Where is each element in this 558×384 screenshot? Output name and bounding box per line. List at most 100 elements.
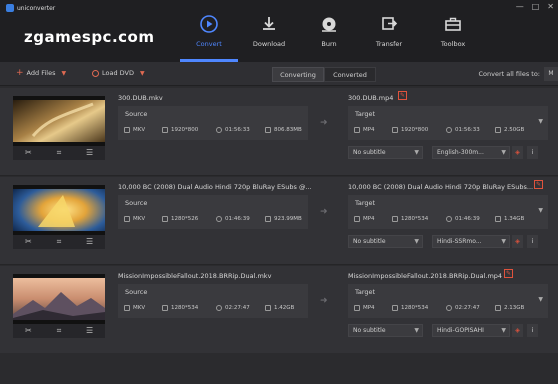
- source-resolution: 1280*534: [162, 305, 198, 311]
- chevron-down-icon[interactable]: ▼: [538, 118, 543, 125]
- tab-toolbox[interactable]: Toolbox: [423, 14, 483, 48]
- edit-icon[interactable]: ✎: [504, 269, 513, 278]
- duration-value: 01:56:33: [225, 127, 250, 133]
- tab-transfer[interactable]: Transfer: [359, 14, 419, 48]
- info-icon[interactable]: i: [527, 235, 538, 248]
- crop-icon[interactable]: ⌗: [54, 148, 64, 158]
- convert-all-label: Convert all files to:: [478, 70, 541, 78]
- subtitle-select[interactable]: No subtitle ▼: [348, 146, 423, 159]
- source-filename: 10,000 BC (2008) Dual Audio Hindi 720p B…: [118, 183, 312, 191]
- film-icon: [124, 216, 130, 222]
- app-title: uniconverter: [6, 4, 55, 12]
- file-row: ✂ ⌗ ☰ 10,000 BC (2008) Dual Audio Hindi …: [0, 177, 558, 265]
- chevron-down-icon[interactable]: ▼: [538, 296, 543, 303]
- effects-icon[interactable]: ☰: [85, 326, 95, 336]
- close-button[interactable]: ✕: [547, 2, 554, 11]
- source-size: 1.42GB: [265, 305, 294, 311]
- video-thumbnail[interactable]: [13, 274, 105, 324]
- resolution-icon: [392, 216, 398, 222]
- resolution-icon: [162, 216, 168, 222]
- transfer-icon: [382, 17, 398, 30]
- target-info-card[interactable]: Target MP4 1920*800 01:56:33 2.50GB ▼: [348, 106, 548, 140]
- target-size: 2.50GB: [495, 127, 524, 133]
- file-icon: [265, 216, 271, 222]
- merge-icon[interactable]: ◈: [512, 146, 523, 159]
- download-icon: [263, 17, 275, 30]
- chevron-down-icon: ▼: [414, 149, 419, 156]
- size-value: 1.42GB: [274, 305, 295, 311]
- file-icon: [265, 305, 271, 311]
- target-filename: MissionImpossibleFallout.2018.BRRip.Dual…: [348, 272, 503, 280]
- audio-track-select[interactable]: Hindi-GOPISAHI ▼: [432, 324, 510, 337]
- target-format: MP4: [354, 216, 375, 222]
- chevron-down-icon: ▼: [414, 238, 419, 245]
- target-label: Target: [355, 199, 376, 207]
- thumbnail-image-mission-impossible: [13, 274, 105, 324]
- source-label: Source: [125, 288, 148, 296]
- source-format: MKV: [124, 305, 145, 311]
- subtitle-select[interactable]: No subtitle ▼: [348, 324, 423, 337]
- tab-download[interactable]: Download: [239, 14, 299, 48]
- thumbnail-tools: ✂ ⌗ ☰: [13, 235, 105, 249]
- scissors-icon[interactable]: ✂: [23, 237, 33, 247]
- chevron-down-icon[interactable]: ▼: [140, 70, 145, 77]
- tab-transfer-label: Transfer: [375, 40, 403, 48]
- toolbox-icon: [445, 17, 461, 31]
- tab-toolbox-label: Toolbox: [440, 40, 466, 48]
- target-size: 1.34GB: [495, 216, 524, 222]
- scissors-icon[interactable]: ✂: [23, 148, 33, 158]
- minimize-button[interactable]: —: [516, 2, 524, 11]
- info-icon[interactable]: i: [527, 146, 538, 159]
- chevron-down-icon[interactable]: ▼: [61, 70, 66, 77]
- clock-icon: [216, 305, 222, 311]
- audio-track-select[interactable]: English-300m... ▼: [432, 146, 510, 159]
- source-size: 806.83MB: [265, 127, 302, 133]
- subtitle-value: No subtitle: [353, 327, 386, 334]
- maximize-button[interactable]: □: [532, 2, 540, 11]
- size-value: 1.34GB: [504, 216, 525, 222]
- duration-value: 01:46:39: [455, 216, 480, 222]
- dvd-icon: [92, 69, 99, 77]
- duration-value: 01:56:33: [455, 127, 480, 133]
- chevron-down-icon[interactable]: ▼: [538, 207, 543, 214]
- file-row: ✂ ⌗ ☰ 300.DUB.mkv Source MKV 1920*800 01…: [0, 88, 558, 176]
- clock-icon: [216, 127, 222, 133]
- crop-icon[interactable]: ⌗: [54, 326, 64, 336]
- effects-icon[interactable]: ☰: [85, 237, 95, 247]
- tab-burn[interactable]: Burn: [299, 14, 359, 48]
- target-info-card[interactable]: Target MP4 1280*534 02:27:47 2.13GB ▼: [348, 284, 548, 318]
- convert-arrow-icon: ➜: [320, 207, 328, 217]
- load-dvd-button[interactable]: Load DVD ▼: [92, 69, 145, 77]
- video-thumbnail[interactable]: [13, 185, 105, 235]
- video-thumbnail[interactable]: [13, 96, 105, 146]
- tab-convert[interactable]: Convert: [179, 14, 239, 48]
- plus-icon: +: [16, 68, 24, 78]
- film-icon: [124, 127, 130, 133]
- audio-track-select[interactable]: Hindi-SSRmo... ▼: [432, 235, 510, 248]
- merge-icon[interactable]: ◈: [512, 235, 523, 248]
- source-info-card: Source MKV 1920*800 01:56:33 806.83MB: [118, 106, 308, 140]
- target-label: Target: [355, 110, 376, 118]
- audio-value: English-300m...: [437, 149, 484, 156]
- convert-all-format-select[interactable]: M: [544, 67, 558, 81]
- audio-value: Hindi-SSRmo...: [437, 238, 482, 245]
- tab-converted[interactable]: Converted: [324, 67, 376, 82]
- file-icon: [495, 127, 501, 133]
- target-resolution: 1920*800: [392, 127, 428, 133]
- thumbnail-image-10000bc: [13, 185, 105, 235]
- subtitle-select[interactable]: No subtitle ▼: [348, 235, 423, 248]
- format-value: MKV: [133, 216, 146, 222]
- effects-icon[interactable]: ☰: [85, 148, 95, 158]
- merge-icon[interactable]: ◈: [512, 324, 523, 337]
- edit-icon[interactable]: ✎: [534, 180, 543, 189]
- scissors-icon[interactable]: ✂: [23, 326, 33, 336]
- crop-icon[interactable]: ⌗: [54, 237, 64, 247]
- chevron-down-icon: ▼: [501, 238, 506, 245]
- tab-converting[interactable]: Converting: [272, 67, 324, 82]
- add-files-button[interactable]: + Add Files ▼: [16, 68, 66, 78]
- thumbnail-tools: ✂ ⌗ ☰: [13, 324, 105, 338]
- edit-icon[interactable]: ✎: [398, 91, 407, 100]
- resolution-icon: [162, 305, 168, 311]
- target-info-card[interactable]: Target MP4 1280*534 01:46:39 1.34GB ▼: [348, 195, 548, 229]
- info-icon[interactable]: i: [527, 324, 538, 337]
